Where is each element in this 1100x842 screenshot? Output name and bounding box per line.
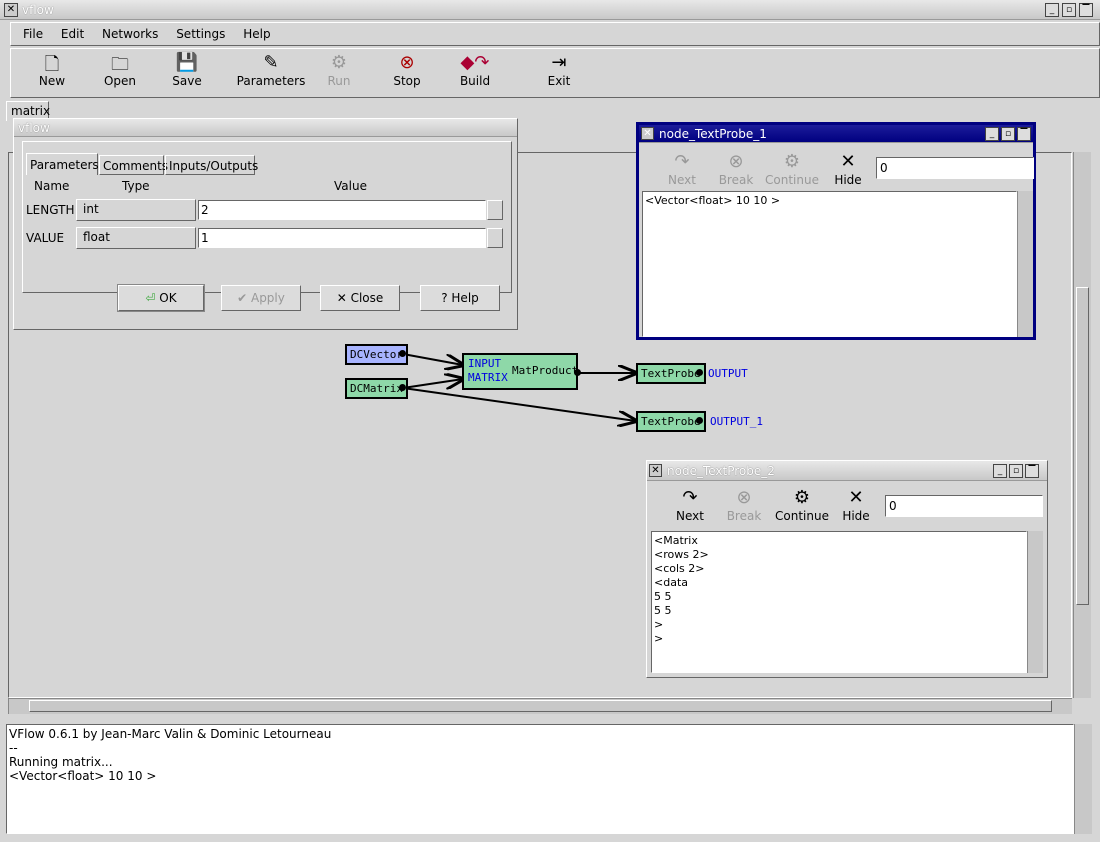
port-dot xyxy=(399,350,406,357)
console-scrollbar[interactable] xyxy=(1074,724,1092,834)
probe-output-text[interactable]: <Matrix <rows 2> <cols 2> <data 5 5 5 5 … xyxy=(651,531,1027,673)
output-label: OUTPUT xyxy=(708,367,748,380)
tab-parameters[interactable]: Parameters xyxy=(26,153,99,175)
wire-dcmatrix-probe2 xyxy=(402,387,636,421)
param-name: LENGTH xyxy=(26,203,75,217)
dialog-title: vflow xyxy=(18,121,50,135)
col-type: Type xyxy=(122,179,150,193)
wire-dcvector-input xyxy=(402,353,463,365)
node-matproduct-label: MatProduct xyxy=(512,364,579,377)
port-dot xyxy=(696,417,703,424)
probe-output-text[interactable]: <Vector<float> 10 10 > xyxy=(642,191,1017,337)
wire-dcmatrix-matrix xyxy=(402,379,463,388)
value-edit-button[interactable] xyxy=(487,228,503,248)
type-select[interactable]: int xyxy=(76,199,196,221)
port-dot xyxy=(696,369,703,376)
maximize-icon[interactable]: ▫ xyxy=(1009,464,1023,478)
col-name: Name xyxy=(34,179,70,193)
minimize-icon[interactable]: _ xyxy=(993,464,1007,478)
tab-inputs-outputs[interactable]: Inputs/Outputs xyxy=(165,155,258,175)
close-icon[interactable]: ✕ xyxy=(641,127,654,140)
apply-button[interactable]: ✔ Apply xyxy=(221,285,301,311)
probe-window-2: ✕ node_TextProbe_2 _ ▫ ▔ ↷ Next ⊗ Break ⚙ C… xyxy=(646,460,1048,678)
port-dot xyxy=(574,369,581,376)
maximize-icon[interactable]: ▫ xyxy=(1001,127,1015,141)
shade-icon[interactable]: ▔ xyxy=(1025,464,1039,478)
minimize-icon[interactable]: _ xyxy=(985,127,999,141)
value-edit-button[interactable] xyxy=(487,200,503,220)
hide-button[interactable]: ✕ Hide xyxy=(821,487,891,523)
ok-button[interactable]: ⏎ OK xyxy=(117,284,205,312)
probe-scrollbar[interactable] xyxy=(1027,531,1043,673)
value-input[interactable]: 2 xyxy=(198,200,486,220)
probe-count-input[interactable]: 0 xyxy=(885,495,1043,517)
node-matproduct[interactable]: INPUT MATRIX MatProduct xyxy=(462,353,578,390)
probe-count-input[interactable]: 0 xyxy=(876,157,1034,179)
help-button[interactable]: ? Help xyxy=(420,285,500,311)
close-icon[interactable]: ✕ xyxy=(649,464,662,477)
close-button[interactable]: ✕ Close xyxy=(320,285,400,311)
console-output[interactable]: VFlow 0.6.1 by Jean-Marc Valin & Dominic… xyxy=(6,724,1074,834)
probe-window-1: ✕ node_TextProbe_1 _ ▫ ▔ ↷ Next ⊗ Break ⚙ C… xyxy=(636,122,1036,340)
probe-scrollbar[interactable] xyxy=(1017,191,1033,337)
port-dot xyxy=(399,384,406,391)
value-input[interactable]: 1 xyxy=(198,228,486,248)
col-value: Value xyxy=(334,179,367,193)
type-select[interactable]: float xyxy=(76,227,196,249)
param-name: VALUE xyxy=(26,231,65,245)
hide-button[interactable]: ✕ Hide xyxy=(813,151,883,187)
port-input[interactable]: INPUT xyxy=(468,357,501,370)
port-matrix[interactable]: MATRIX xyxy=(468,371,508,384)
parameters-dialog: vflow Parameters Comments Inputs/Outputs… xyxy=(13,118,518,330)
output-1-label: OUTPUT_1 xyxy=(710,415,763,428)
shade-icon[interactable]: ▔ xyxy=(1017,127,1031,141)
tab-comments[interactable]: Comments xyxy=(99,155,168,175)
